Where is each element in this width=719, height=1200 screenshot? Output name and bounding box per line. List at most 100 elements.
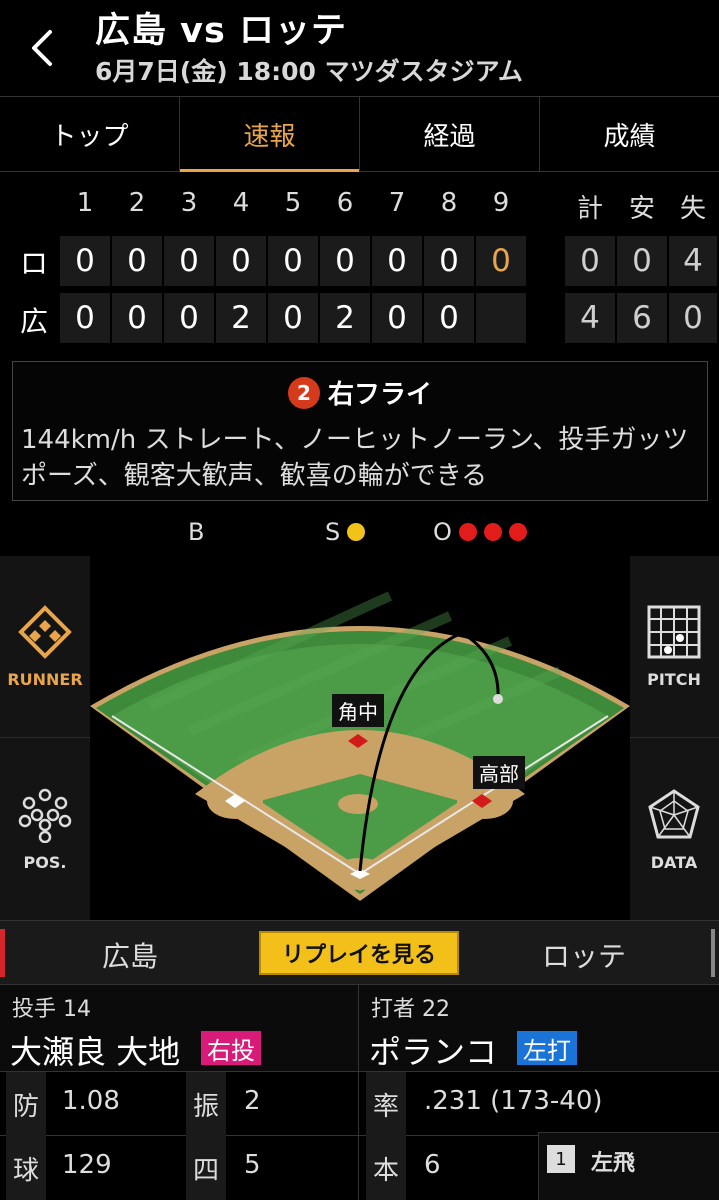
replay-button[interactable]: リプレイを見る (259, 931, 459, 975)
out-dot (458, 523, 477, 541)
score-cell: 0 (424, 293, 474, 343)
stat-value: .231 (173-40) (424, 1086, 603, 1116)
positions-icon (18, 788, 72, 843)
pos-label: POS. (23, 852, 67, 872)
score-cell: 0 (60, 293, 110, 343)
stat-label: 振 (186, 1072, 226, 1136)
inning-header: 5 (284, 188, 302, 218)
stat-value: 6 (424, 1150, 441, 1180)
inning-header: 7 (388, 188, 406, 218)
runs-header: 計 (576, 194, 603, 224)
tab-live[interactable]: 速報 (180, 97, 360, 172)
radar-chart-icon (648, 788, 700, 838)
column-divider (358, 984, 359, 1200)
score-cell: 0 (112, 293, 162, 343)
home-team-indicator (0, 929, 5, 977)
game-datetime-venue: 6月7日(金) 18:00 マツダスタジアム (95, 57, 523, 86)
balls-label: B (188, 518, 205, 546)
away-team-tab[interactable]: ロッテ (542, 935, 626, 975)
out-count-badge: 2 (287, 376, 320, 409)
inning-header: 1 (76, 188, 94, 218)
page-title: 広島 vs ロッテ (95, 11, 348, 51)
score-cell: 0 (164, 293, 214, 343)
home-team-tab[interactable]: 広島 (102, 935, 158, 975)
pitch-button[interactable]: PITCH (629, 556, 719, 738)
team-abbr-home: 広 (19, 305, 48, 338)
hits-header: 安 (628, 194, 655, 224)
score-cell: 0 (112, 236, 162, 286)
play-result-heading: 2 右フライ (13, 374, 707, 411)
inning-header: 3 (180, 188, 198, 218)
pitcher-name[interactable]: 大瀬良 大地 (10, 1027, 180, 1073)
field-diagram (90, 591, 630, 901)
total-errors: 0 (669, 293, 717, 343)
score-cell: 2 (320, 293, 370, 343)
pitcher-hand-badge: 右投 (201, 1031, 261, 1065)
pos-button[interactable]: POS. (0, 738, 90, 920)
outs-label: O (433, 518, 452, 546)
score-cell: 0 (320, 236, 370, 286)
score-cell (476, 293, 526, 343)
fielder-label-second: 高部 (473, 756, 525, 789)
batter-name[interactable]: ポランコ (369, 1027, 497, 1073)
total-hits: 0 (617, 236, 667, 286)
back-arrow-icon[interactable] (22, 26, 62, 70)
tab-top[interactable]: トップ (0, 97, 180, 171)
ball-landing (493, 694, 503, 704)
inning-header: 8 (440, 188, 458, 218)
team-abbr-away: ロ (19, 247, 48, 280)
fielder-label-center: 角中 (332, 694, 384, 727)
total-errors: 4 (669, 236, 717, 286)
stats-row: 防 1.08 振 2 率 .231 (173-40) (0, 1072, 719, 1136)
inning-header: 4 (232, 188, 250, 218)
runner-label: RUNNER (7, 670, 83, 689)
strike-count: S (325, 518, 366, 546)
out-dot (508, 523, 527, 541)
play-description: 144km/h ストレート、ノーヒットノーラン、投手ガッツポーズ、観客大歓声、歓… (21, 425, 689, 491)
stat-label: 率 (366, 1072, 406, 1136)
score-cell: 0 (424, 236, 474, 286)
score-cell: 0 (164, 236, 214, 286)
out-dot (483, 523, 502, 541)
total-runs: 4 (565, 293, 615, 343)
runner-icon (18, 605, 72, 659)
data-label: DATA (650, 852, 698, 872)
inning-header: 9 (492, 188, 510, 218)
pitcher-role: 投手 14 (12, 997, 91, 1022)
right-toolbar: PITCH DATA (629, 556, 719, 920)
play-summary: 2 右フライ 144km/h ストレート、ノーヒットノーラン、投手ガッツポーズ、… (12, 361, 708, 501)
at-bat-result: 左飛 (591, 1151, 636, 1176)
batter-role: 打者 22 (371, 997, 450, 1022)
inning-header: 2 (128, 188, 146, 218)
stat-value: 5 (244, 1150, 261, 1180)
data-button[interactable]: DATA (629, 738, 719, 920)
play-result: 右フライ (327, 380, 432, 410)
score-cell-current: 0 (476, 236, 526, 286)
stat-label: 球 (6, 1136, 46, 1200)
inning-header: 6 (336, 188, 354, 218)
stat-value: 129 (62, 1150, 112, 1180)
runner-button[interactable]: RUNNER (0, 556, 90, 738)
matchup-panel: 投手 14 大瀬良 大地 右投 打者 22 ポランコ 左打 (0, 984, 719, 1072)
stat-label: 四 (186, 1136, 226, 1200)
baseball-field: 角中 高部 (90, 556, 630, 920)
errors-header: 失 (679, 194, 706, 224)
left-toolbar: RUNNER POS. (0, 556, 90, 920)
strikes-label: S (325, 518, 341, 546)
at-bat-history: 1 左飛 (538, 1132, 719, 1200)
tab-progress[interactable]: 経過 (360, 97, 540, 171)
total-runs: 0 (565, 236, 615, 286)
stat-value: 2 (244, 1086, 261, 1116)
tab-stats[interactable]: 成績 (540, 97, 719, 171)
pitch-grid-icon (647, 605, 701, 659)
score-cell: 0 (372, 293, 422, 343)
stat-label: 本 (366, 1136, 406, 1200)
away-team-indicator (711, 929, 715, 977)
score-cell: 0 (372, 236, 422, 286)
batter-hand-badge: 左打 (517, 1031, 577, 1065)
score-cell: 0 (60, 236, 110, 286)
out-count: O (433, 518, 527, 546)
at-bat-number: 1 (547, 1145, 575, 1173)
strike-dot (347, 523, 366, 541)
tab-bar: トップ 速報 経過 成績 (0, 96, 719, 172)
